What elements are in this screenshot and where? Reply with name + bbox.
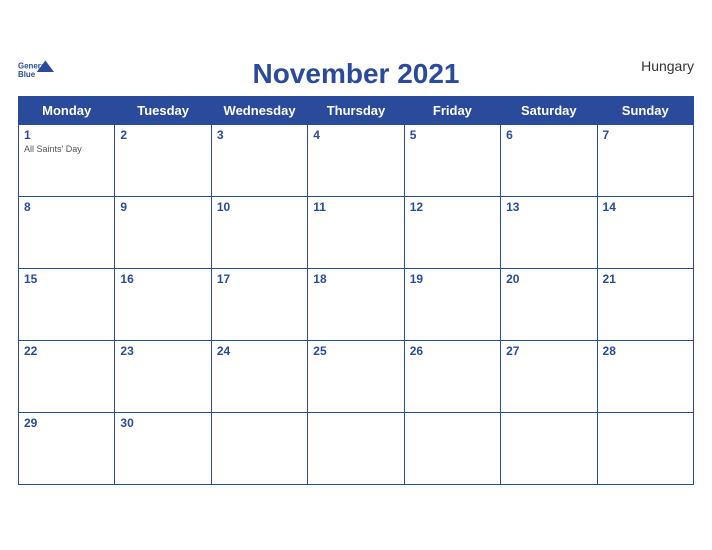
calendar-cell: 25	[308, 340, 404, 412]
day-number: 13	[506, 200, 591, 214]
day-number: 6	[506, 128, 591, 142]
calendar-cell: 26	[404, 340, 500, 412]
calendar-cell: 29	[19, 412, 115, 484]
day-number: 8	[24, 200, 109, 214]
day-number: 7	[603, 128, 688, 142]
day-number: 23	[120, 344, 205, 358]
calendar-header: General Blue November 2021 Hungary	[18, 58, 694, 90]
calendar-cell: 16	[115, 268, 211, 340]
calendar-cell: 11	[308, 196, 404, 268]
calendar-cell	[501, 412, 597, 484]
country-label: Hungary	[641, 58, 694, 74]
header-wednesday: Wednesday	[211, 96, 307, 124]
calendar-cell: 19	[404, 268, 500, 340]
calendar-cell: 12	[404, 196, 500, 268]
calendar-cell: 27	[501, 340, 597, 412]
day-number: 21	[603, 272, 688, 286]
calendar-week-row-5: 29 30	[19, 412, 694, 484]
day-number: 4	[313, 128, 398, 142]
calendar-cell: 2	[115, 124, 211, 196]
calendar-body: 1All Saints' Day234567891011121314151617…	[19, 124, 694, 484]
day-number: 16	[120, 272, 205, 286]
day-number: 14	[603, 200, 688, 214]
header-tuesday: Tuesday	[115, 96, 211, 124]
day-number: 11	[313, 200, 398, 214]
calendar-cell: 7	[597, 124, 693, 196]
day-number: 29	[24, 416, 109, 430]
header-saturday: Saturday	[501, 96, 597, 124]
calendar-cell: 21	[597, 268, 693, 340]
day-number: 30	[120, 416, 205, 430]
calendar-week-row-3: 15 16 17 18 19 20 21	[19, 268, 694, 340]
day-number: 15	[24, 272, 109, 286]
general-blue-logo-icon: General Blue	[18, 58, 54, 86]
day-number: 26	[410, 344, 495, 358]
day-number: 22	[24, 344, 109, 358]
calendar-cell: 18	[308, 268, 404, 340]
day-number: 12	[410, 200, 495, 214]
svg-text:Blue: Blue	[18, 70, 36, 79]
calendar-cell: 4	[308, 124, 404, 196]
day-number: 25	[313, 344, 398, 358]
calendar-cell: 15	[19, 268, 115, 340]
calendar-cell	[211, 412, 307, 484]
calendar-cell: 14	[597, 196, 693, 268]
day-number: 19	[410, 272, 495, 286]
weekday-header-row: Monday Tuesday Wednesday Thursday Friday…	[19, 96, 694, 124]
day-number: 5	[410, 128, 495, 142]
day-number: 10	[217, 200, 302, 214]
calendar-cell: 17	[211, 268, 307, 340]
header-sunday: Sunday	[597, 96, 693, 124]
header-thursday: Thursday	[308, 96, 404, 124]
day-number: 1	[24, 128, 109, 142]
calendar-cell: 23	[115, 340, 211, 412]
calendar-title: November 2021	[18, 58, 694, 90]
calendar-cell	[404, 412, 500, 484]
calendar-cell: 10	[211, 196, 307, 268]
calendar-cell	[308, 412, 404, 484]
day-number: 27	[506, 344, 591, 358]
day-number: 20	[506, 272, 591, 286]
logo-area: General Blue	[18, 58, 54, 86]
calendar-cell: 24	[211, 340, 307, 412]
day-number: 3	[217, 128, 302, 142]
calendar-cell: 6	[501, 124, 597, 196]
calendar-cell: 20	[501, 268, 597, 340]
day-number: 17	[217, 272, 302, 286]
calendar-week-row-4: 22 23 24 25 26 27 28	[19, 340, 694, 412]
calendar-week-row-2: 89 10 11 12 13 14	[19, 196, 694, 268]
holiday-label: All Saints' Day	[24, 144, 109, 155]
calendar-cell: 1 All Saints' Day	[19, 124, 115, 196]
calendar-cell: 13	[501, 196, 597, 268]
calendar-cell: 22	[19, 340, 115, 412]
day-number: 28	[603, 344, 688, 358]
header-monday: Monday	[19, 96, 115, 124]
calendar-cell: 8	[19, 196, 115, 268]
calendar-wrapper: General Blue November 2021 Hungary Monda…	[0, 48, 712, 503]
day-number: 18	[313, 272, 398, 286]
calendar-cell: 5	[404, 124, 500, 196]
day-number: 24	[217, 344, 302, 358]
calendar-cell: 30	[115, 412, 211, 484]
calendar-cell: 9	[115, 196, 211, 268]
calendar-cell: 3	[211, 124, 307, 196]
calendar-grid: Monday Tuesday Wednesday Thursday Friday…	[18, 96, 694, 485]
calendar-week-row-1: 1 All Saints' Day 234567	[19, 124, 694, 196]
header-friday: Friday	[404, 96, 500, 124]
day-number: 9	[120, 200, 205, 214]
calendar-cell: 28	[597, 340, 693, 412]
day-number: 2	[120, 128, 205, 142]
calendar-cell	[597, 412, 693, 484]
